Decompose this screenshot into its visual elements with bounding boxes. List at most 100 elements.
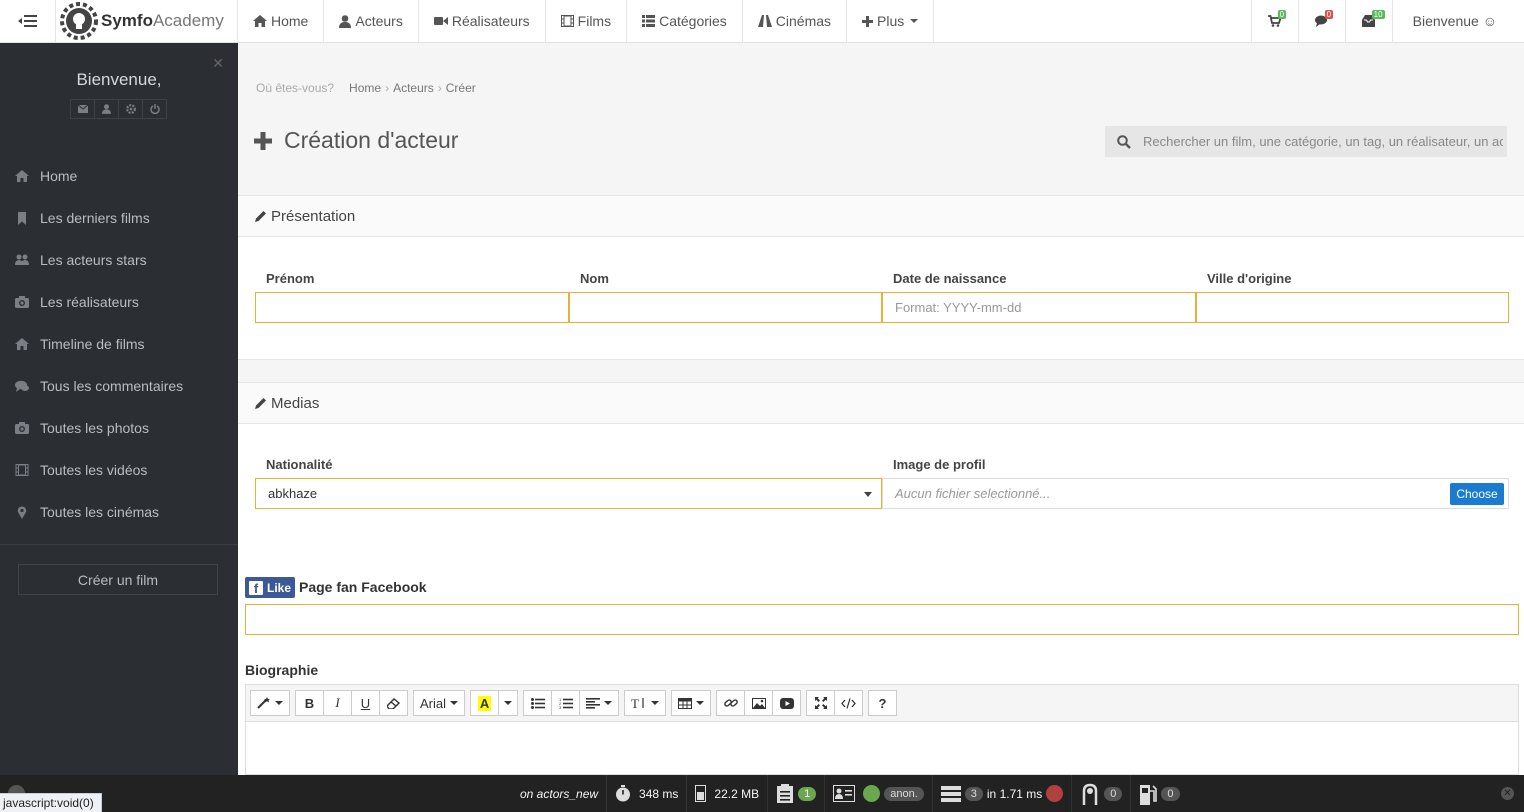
sf-twig-block[interactable]: 0 xyxy=(1072,775,1132,812)
sidebar-toggle-button[interactable] xyxy=(0,0,56,42)
messages-count-badge: 10 xyxy=(1371,10,1385,19)
sidebar-welcome: Bienvenue, xyxy=(76,70,162,89)
sidebar-item-label: Tous les commentaires xyxy=(40,378,184,394)
database-icon xyxy=(940,786,961,802)
sidebar-item-timeline[interactable]: Timeline de films xyxy=(0,323,238,365)
plus-icon xyxy=(862,15,874,27)
sf-assets-block[interactable]: 0 xyxy=(1131,775,1187,812)
style-button[interactable] xyxy=(250,690,290,716)
sf-user-block[interactable]: anon. xyxy=(825,775,933,812)
fullscreen-button[interactable] xyxy=(806,690,836,716)
nav-realisateurs[interactable]: Réalisateurs xyxy=(419,0,546,42)
medias-title: Medias xyxy=(271,394,320,412)
sidebar-item-label: Les derniers films xyxy=(40,210,150,226)
picture-button[interactable] xyxy=(744,690,774,716)
home-icon xyxy=(15,338,29,350)
sidebar-close-icon[interactable]: ✕ xyxy=(212,55,224,72)
font-family-dropdown[interactable]: Arial xyxy=(413,690,466,716)
user-menu[interactable]: Bienvenue ☺ xyxy=(1391,0,1524,42)
bold-button[interactable]: B xyxy=(295,690,324,716)
facebook-page-field[interactable] xyxy=(245,604,1519,635)
sf-time-block[interactable]: 348 ms xyxy=(607,775,688,812)
nom-field[interactable] xyxy=(569,292,882,323)
italic-button[interactable]: I xyxy=(323,690,352,716)
prenom-field[interactable] xyxy=(255,292,569,323)
nav-plus-dropdown[interactable]: Plus xyxy=(847,0,935,42)
sidebar-profile-button[interactable] xyxy=(94,99,119,119)
brand-logo-link[interactable]: SymfoAcademy xyxy=(56,0,238,42)
choose-file-button[interactable]: Choose xyxy=(1450,483,1504,505)
video-button[interactable] xyxy=(772,690,802,716)
form-icon xyxy=(777,784,794,803)
sidebar-item-videos[interactable]: Toutes les vidéos xyxy=(0,449,238,491)
presentation-header: Présentation xyxy=(238,196,1524,237)
sf-forms-block[interactable]: 1 xyxy=(768,775,826,812)
nav-acteurs[interactable]: Acteurs xyxy=(324,0,419,42)
breadcrumb-separator: › xyxy=(385,81,390,95)
nom-label: Nom xyxy=(580,271,609,286)
unordered-list-button[interactable] xyxy=(523,690,553,716)
sidebar-item-photos[interactable]: Toutes les photos xyxy=(0,407,238,449)
sf-memory-block[interactable]: 22.2 MB xyxy=(687,775,769,812)
sf-forms-count: 1 xyxy=(798,786,817,801)
comments-button[interactable]: 0 xyxy=(1297,0,1345,42)
cart-button[interactable]: 0 xyxy=(1250,0,1298,42)
sf-db-block[interactable]: 3 in 1.71 ms xyxy=(933,775,1073,812)
facebook-icon: f xyxy=(249,580,263,596)
breadcrumb-acteurs[interactable]: Acteurs xyxy=(393,81,434,95)
code-icon xyxy=(841,697,856,709)
code-view-button[interactable] xyxy=(834,690,864,716)
nav-cinemas[interactable]: Cinémas xyxy=(743,0,848,42)
sf-memory: 22.2 MB xyxy=(714,786,760,801)
biographie-editable-area[interactable] xyxy=(246,722,1518,774)
color-dropdown-button[interactable] xyxy=(498,690,519,716)
create-film-button[interactable]: Créer un film xyxy=(18,564,218,595)
sidebar-item-commentaires[interactable]: Tous les commentaires xyxy=(0,365,238,407)
breadcrumb-current: Créer xyxy=(445,81,476,95)
sidebar-settings-button[interactable] xyxy=(118,99,143,119)
messages-button[interactable]: 10 xyxy=(1344,0,1392,42)
link-button[interactable] xyxy=(716,690,746,716)
page-header: Création d'acteur xyxy=(254,127,458,154)
ordered-list-button[interactable]: 123 xyxy=(551,690,581,716)
text-color-button[interactable]: A xyxy=(470,690,500,716)
nav-home[interactable]: Home xyxy=(238,0,325,42)
table-dropdown[interactable] xyxy=(671,690,712,716)
sidebar-mail-button[interactable] xyxy=(70,99,95,119)
user-menu-label: Bienvenue ☺ xyxy=(1412,13,1497,29)
sf-route-block[interactable]: on actors_new xyxy=(512,775,608,812)
nav-films[interactable]: Films xyxy=(546,0,628,42)
sidebar-item-derniers-films[interactable]: Les derniers films xyxy=(0,197,238,239)
search-input[interactable] xyxy=(1143,134,1503,149)
chevron-down-icon xyxy=(651,701,660,705)
chevron-down-icon xyxy=(696,701,705,705)
chevron-down-icon xyxy=(275,701,283,705)
svg-text:T: T xyxy=(631,697,639,709)
biographie-label: Biographie xyxy=(245,662,319,678)
sidebar-logout-button[interactable] xyxy=(142,99,167,119)
bookmark-icon xyxy=(18,211,26,225)
underline-button[interactable]: U xyxy=(351,690,380,716)
sidebar-item-home[interactable]: Home xyxy=(0,155,238,197)
social-bio-section: f Like Page fan Facebook Biographie B I … xyxy=(238,545,1524,775)
date-naissance-field[interactable]: Format: YYYY-mm-dd xyxy=(882,292,1196,323)
map-marker-icon xyxy=(17,506,27,519)
help-button[interactable]: ? xyxy=(868,690,898,716)
cart-count-badge: 0 xyxy=(1277,10,1287,19)
nav-categories[interactable]: Catégories xyxy=(627,0,743,42)
image-profil-file-input[interactable]: Aucun fichier selectionné... Choose xyxy=(882,478,1509,509)
nationalite-select[interactable]: abkhaze xyxy=(255,478,882,509)
paragraph-align-dropdown[interactable] xyxy=(579,690,620,716)
sidebar-item-acteurs-stars[interactable]: Les acteurs stars xyxy=(0,239,238,281)
line-height-dropdown[interactable]: T xyxy=(624,690,667,716)
breadcrumb-home[interactable]: Home xyxy=(349,81,381,95)
sidebar-item-cinemas[interactable]: Toutes les cinémas xyxy=(0,491,238,533)
presentation-title: Présentation xyxy=(271,207,356,225)
page-title: Création d'acteur xyxy=(284,127,459,153)
ville-origine-field[interactable] xyxy=(1196,292,1509,323)
menu-toggle-icon xyxy=(17,15,37,27)
eraser-button[interactable] xyxy=(379,690,408,716)
sidebar-item-realisateurs[interactable]: Les réalisateurs xyxy=(0,281,238,323)
close-icon[interactable]: ✕ xyxy=(1501,787,1514,800)
nav-plus-label: Plus xyxy=(877,13,905,29)
